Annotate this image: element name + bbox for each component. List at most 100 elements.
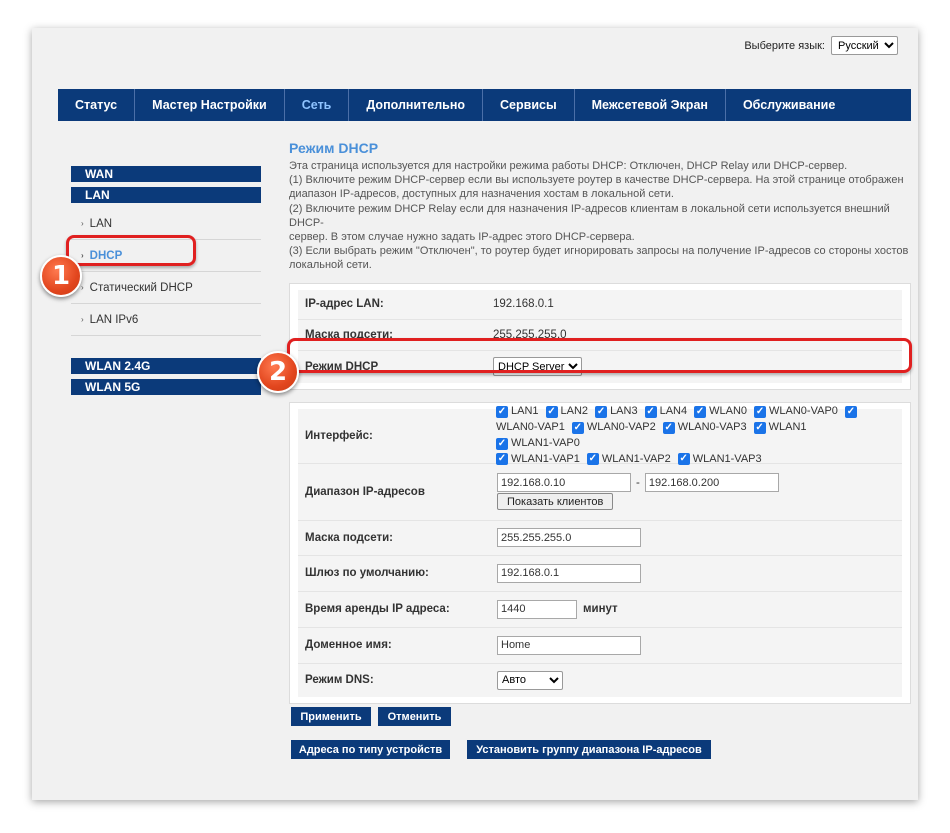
sidebar-item-wlan-5g[interactable]: WLAN 5G	[71, 379, 261, 395]
nav-status[interactable]: Статус	[58, 89, 136, 121]
checkbox-checked-icon[interactable]: ✓	[677, 453, 690, 466]
ip-range-end-input[interactable]	[644, 473, 779, 493]
arrow-right-icon: ›	[81, 283, 84, 292]
interface-checkbox[interactable]: ✓ WLAN1	[753, 420, 807, 436]
nav-services[interactable]: Сервисы	[483, 89, 575, 121]
interface-checkbox[interactable]: ✓ WLAN1-VAP2	[586, 452, 671, 468]
checkbox-checked-icon[interactable]: ✓	[754, 406, 767, 419]
nav-network[interactable]: Сеть	[285, 89, 350, 121]
lease-unit: минут	[583, 603, 618, 616]
apply-button[interactable]: Применить	[291, 707, 371, 726]
gateway-label: Шлюз по умолчанию:	[305, 567, 429, 580]
nav-firewall[interactable]: Межсетевой Экран	[575, 89, 726, 121]
interface-label: WLAN0-VAP1	[496, 420, 565, 433]
sidebar-item-lan[interactable]: LAN	[71, 187, 261, 203]
gateway-input[interactable]	[497, 563, 641, 583]
checkbox-checked-icon[interactable]: ✓	[586, 453, 599, 466]
lan-mask-value: 255.255.255.0	[493, 328, 567, 341]
interface-checkbox[interactable]: ✓ LAN4	[644, 404, 688, 420]
ip-range-row: Диапазон IP-адресов - Показать клиентов	[298, 463, 902, 521]
sidebar-subitem-dhcp[interactable]: › DHCP	[71, 240, 261, 272]
sidebar-subitem-label: Статический DHCP	[89, 281, 193, 294]
interface-checkbox[interactable]: ✓ LAN1	[496, 404, 539, 420]
sidebar-subitem-static-dhcp[interactable]: › Статический DHCP	[71, 272, 261, 304]
interface-checkbox[interactable]: ✓ WLAN0	[694, 404, 747, 420]
interface-checkbox[interactable]: ✓ WLAN0-VAP2	[571, 420, 656, 436]
interface-label: LAN4	[659, 405, 688, 418]
sidebar-subitem-lan-ipv6[interactable]: › LAN IPv6	[71, 304, 261, 336]
lan-mask-row: Маска подсети: 255.255.255.0	[298, 319, 902, 351]
checkbox-checked-icon[interactable]: ✓	[662, 421, 675, 434]
sidebar-subitem-lan[interactable]: › LAN	[71, 208, 261, 240]
checkbox-checked-icon[interactable]: ✓	[694, 406, 707, 419]
ip-range-label: Диапазон IP-адресов	[305, 485, 425, 498]
arrow-right-icon: ›	[81, 219, 84, 228]
interface-checkbox[interactable]: ✓WLAN0-VAP1	[496, 420, 565, 436]
lan-info-panel: IP-адрес LAN: 192.168.0.1 Маска подсети:…	[289, 282, 911, 390]
show-clients-button[interactable]: Показать клиентов	[497, 493, 614, 511]
callout-badge-1: 1	[40, 255, 82, 297]
sidebar-subitem-label: LAN IPv6	[89, 313, 139, 326]
lease-label: Время аренды IP адреса:	[305, 603, 450, 616]
interface-label: WLAN0-VAP2	[586, 421, 656, 434]
dns-mode-select[interactable]: Авто	[497, 670, 563, 690]
interface-checkbox[interactable]: ✓ LAN3	[595, 404, 638, 420]
nav-advanced[interactable]: Дополнительно	[349, 89, 484, 121]
interface-label: WLAN1-VAP3	[692, 452, 762, 465]
nav-setup-wizard[interactable]: Мастер Настройки	[135, 89, 285, 121]
dhcp-mask-row: Маска подсети:	[298, 520, 902, 556]
checkbox-checked-icon[interactable]: ✓	[496, 453, 508, 466]
set-ip-range-group-button[interactable]: Установить группу диапазона IP-адресов	[467, 740, 711, 759]
sidebar: WAN LAN › LAN › DHCP › Статический DHCP …	[71, 166, 261, 400]
lease-row: Время аренды IP адреса: минут	[298, 591, 902, 628]
desc-line: сервер. В этом случае нужно задать IP-ад…	[289, 231, 635, 244]
interface-checkbox[interactable]: ✓ WLAN0-VAP0	[754, 404, 838, 420]
interface-checkbox[interactable]: ✓ WLAN1-VAP0	[496, 436, 580, 452]
interface-checkbox[interactable]: ✓ WLAN0-VAP3	[662, 420, 747, 436]
domain-name-input[interactable]	[497, 635, 641, 655]
dhcp-mode-select[interactable]: DHCP Server	[493, 357, 582, 377]
interface-label: LAN3	[610, 405, 638, 418]
checkbox-checked-icon[interactable]: ✓	[496, 406, 508, 419]
checkbox-checked-icon[interactable]: ✓	[571, 421, 584, 434]
interface-checkbox[interactable]: ✓ WLAN1-VAP1	[496, 452, 580, 468]
interface-label: WLAN1	[768, 421, 807, 434]
dhcp-server-panel: Интерфейс: ✓ LAN1 ✓ LAN2 ✓ LAN3 ✓ LAN4 ✓ WLAN0 ✓ WL…	[289, 401, 911, 704]
gateway-row: Шлюз по умолчанию:	[298, 555, 902, 592]
desc-line: (1) Включите режим DHCP-сервер если вы и…	[289, 174, 904, 187]
cancel-button[interactable]: Отменить	[378, 707, 451, 726]
ip-range-start-input[interactable]	[497, 473, 631, 493]
checkbox-checked-icon[interactable]: ✓	[545, 406, 558, 419]
addresses-by-device-type-button[interactable]: Адреса по типу устройств	[291, 740, 450, 759]
sidebar-item-wan[interactable]: WAN	[71, 166, 261, 182]
interface-label: LAN2	[560, 405, 589, 418]
desc-line: (2) Включите режим DHCP Relay если для н…	[289, 202, 890, 229]
sidebar-subitem-label: DHCP	[89, 249, 123, 262]
interface-label: WLAN1-VAP2	[601, 452, 671, 465]
interface-row: Интерфейс: ✓ LAN1 ✓ LAN2 ✓ LAN3 ✓ LAN4 ✓ WLAN0 ✓ WL…	[298, 405, 902, 466]
desc-line: Эта страница используется для настройки …	[289, 160, 848, 172]
interface-label: WLAN1-VAP0	[511, 436, 580, 449]
checkbox-checked-icon[interactable]: ✓	[844, 406, 857, 419]
checkbox-checked-icon[interactable]: ✓	[595, 406, 608, 419]
arrow-right-icon: ›	[81, 315, 84, 324]
checkbox-checked-icon[interactable]: ✓	[496, 437, 508, 450]
sidebar-item-wlan-24g[interactable]: WLAN 2.4G	[71, 358, 261, 374]
checkbox-checked-icon[interactable]: ✓	[644, 406, 657, 419]
interface-label: LAN1	[511, 405, 539, 418]
router-window: Выберите язык: Русский Статус Мастер Нас…	[32, 28, 918, 800]
subnet-mask-input[interactable]	[497, 528, 641, 548]
lease-time-input[interactable]	[497, 599, 577, 619]
callout-badge-2: 2	[257, 351, 299, 393]
language-select[interactable]: Русский	[831, 36, 898, 55]
interface-checkbox[interactable]: ✓ LAN2	[545, 404, 589, 420]
checkbox-checked-icon[interactable]: ✓	[753, 421, 766, 434]
interface-checkbox[interactable]: ✓ WLAN1-VAP3	[677, 452, 762, 468]
interface-label: Интерфейс:	[305, 429, 373, 442]
dhcp-mask-label: Маска подсети:	[305, 531, 393, 544]
main-content: Режим DHCP Эта страница используется для…	[289, 140, 911, 704]
main-nav: Статус Мастер Настройки Сеть Дополнитель…	[58, 89, 911, 121]
dns-label: Режим DNS:	[305, 674, 374, 687]
domain-row: Доменное имя:	[298, 627, 902, 664]
nav-maintenance[interactable]: Обслуживание	[726, 89, 852, 121]
